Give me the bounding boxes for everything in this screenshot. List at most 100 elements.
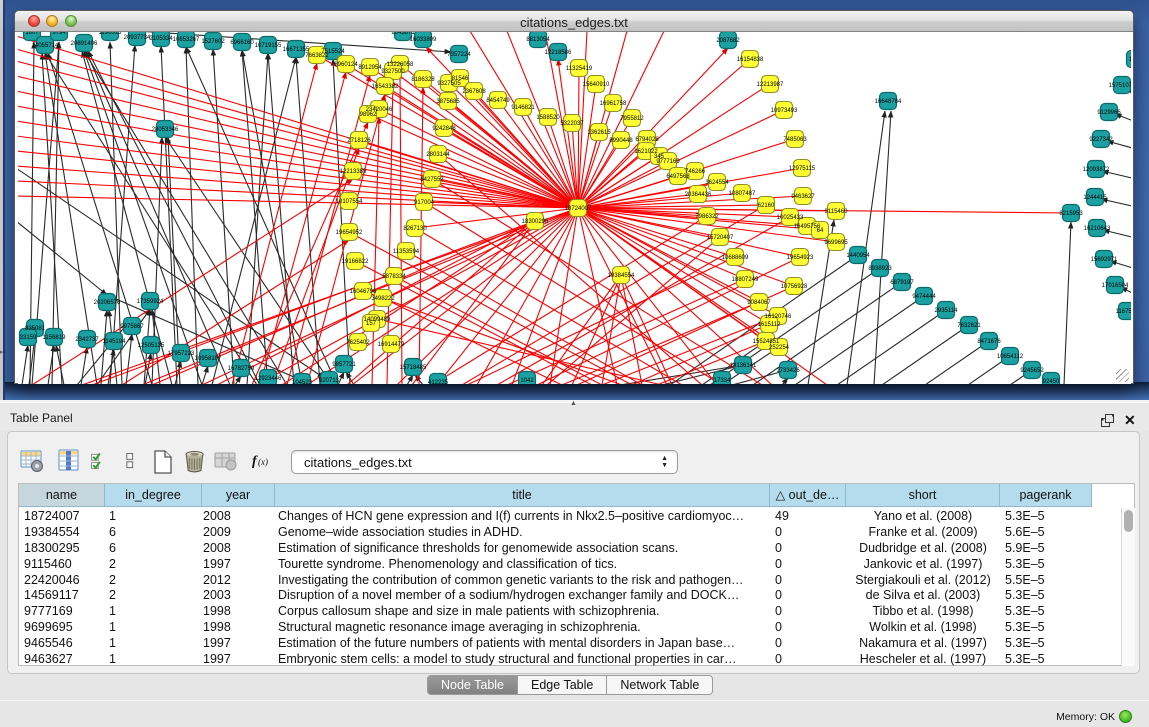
svg-text:104523: 104523 — [292, 380, 313, 384]
svg-text:16543382: 16543382 — [372, 84, 399, 90]
svg-text:835081: 835081 — [25, 326, 46, 332]
svg-text:8471676: 8471676 — [977, 339, 1001, 345]
svg-text:10756928: 10756928 — [781, 284, 808, 290]
svg-text:98962: 98962 — [360, 112, 377, 118]
svg-text:81546: 81546 — [452, 76, 469, 82]
svg-text:10973493: 10973493 — [771, 108, 798, 114]
svg-text:8990448: 8990448 — [609, 138, 633, 144]
svg-text:2935114: 2935114 — [935, 308, 959, 314]
svg-text:2367608: 2367608 — [462, 89, 486, 95]
svg-text:9115460: 9115460 — [825, 209, 849, 215]
svg-text:10688609: 10688609 — [722, 255, 749, 261]
svg-text:10958107: 10958107 — [195, 356, 222, 362]
svg-text:6966160: 6966160 — [230, 40, 254, 46]
svg-text:9245652: 9245652 — [1020, 368, 1044, 374]
svg-text:1156819: 1156819 — [43, 335, 67, 341]
svg-text:12213389: 12213389 — [340, 169, 367, 175]
svg-text:1733426: 1733426 — [776, 368, 800, 374]
svg-text:10025433: 10025433 — [777, 215, 804, 221]
svg-text:12505135: 12505135 — [138, 343, 165, 349]
svg-text:7663822: 7663822 — [305, 53, 329, 59]
svg-text:9463627: 9463627 — [791, 194, 815, 200]
svg-text:10654112: 10654112 — [997, 354, 1024, 360]
svg-text:8960124: 8960124 — [334, 62, 358, 68]
svg-text:5322037: 5322037 — [560, 121, 584, 127]
svg-text:18807249: 18807249 — [732, 277, 759, 283]
svg-text:1042: 1042 — [520, 378, 534, 384]
svg-text:17359924: 17359924 — [137, 299, 164, 305]
svg-text:6794028: 6794028 — [635, 137, 659, 143]
svg-text:19654923: 19654923 — [787, 255, 814, 261]
svg-text:28053346: 28053346 — [152, 127, 179, 133]
svg-text:16033809: 16033809 — [410, 37, 437, 43]
svg-text:8813054: 8813054 — [526, 37, 550, 43]
svg-text:1527602: 1527602 — [201, 39, 225, 45]
svg-text:1167534: 1167534 — [1116, 309, 1131, 315]
svg-text:62160: 62160 — [758, 203, 775, 209]
svg-text:18300295: 18300295 — [522, 219, 549, 225]
svg-text:9857721: 9857721 — [332, 362, 356, 368]
svg-text:18724007: 18724007 — [565, 206, 592, 212]
svg-text:2803144: 2803144 — [426, 152, 450, 158]
svg-text:15720407: 15720407 — [707, 235, 734, 241]
svg-text:1440954: 1440954 — [846, 253, 870, 259]
svg-text:(x): (x) — [258, 457, 268, 467]
svg-text:16046796: 16046796 — [350, 289, 377, 295]
svg-text:8186328: 8186328 — [411, 77, 435, 83]
svg-text:19166822: 19166822 — [342, 259, 369, 265]
svg-text:9146821: 9146821 — [511, 105, 535, 111]
svg-text:2087682: 2087682 — [716, 38, 740, 44]
svg-text:16914479: 16914479 — [378, 342, 405, 348]
svg-text:917004: 917004 — [414, 200, 435, 206]
svg-text:12093872: 12093872 — [1083, 167, 1110, 173]
svg-text:412235: 412235 — [428, 380, 449, 384]
svg-text:17016504: 17016504 — [1102, 283, 1129, 289]
svg-text:10107554: 10107554 — [336, 199, 363, 205]
svg-text:16782759: 16782759 — [228, 366, 255, 372]
svg-text:20691406: 20691406 — [71, 41, 98, 47]
svg-text:12218586: 12218586 — [545, 50, 572, 56]
svg-text:3498222: 3498222 — [371, 296, 395, 302]
svg-text:3624554: 3624554 — [705, 180, 729, 186]
svg-text:15751074: 15751074 — [1109, 83, 1131, 89]
svg-text:7357224: 7357224 — [447, 52, 471, 58]
svg-text:33159: 33159 — [20, 335, 37, 341]
svg-text:8912954: 8912954 — [358, 65, 382, 71]
svg-text:920713: 920713 — [319, 378, 340, 384]
svg-text:16210643: 16210643 — [1084, 226, 1111, 232]
svg-text:2342737: 2342737 — [75, 337, 99, 343]
svg-text:16961758: 16961758 — [600, 101, 627, 107]
svg-text:9227342: 9227342 — [1089, 137, 1113, 143]
svg-text:1244415: 1244415 — [1083, 195, 1107, 201]
svg-text:157: 157 — [366, 321, 377, 327]
svg-text:2105334: 2105334 — [149, 36, 173, 42]
svg-text:9474444: 9474444 — [912, 294, 936, 300]
svg-text:6497568: 6497568 — [666, 174, 690, 180]
svg-text:14136141: 14136141 — [730, 363, 757, 369]
svg-text:9327500: 9327500 — [381, 69, 405, 75]
svg-text:17334: 17334 — [714, 378, 731, 384]
svg-text:8427552: 8427552 — [420, 177, 444, 183]
svg-text:5878334: 5878334 — [382, 274, 406, 280]
svg-text:2043871: 2043871 — [391, 32, 415, 36]
svg-text:6879197: 6879197 — [890, 280, 914, 286]
svg-text:16648784: 16648784 — [875, 99, 902, 105]
svg-text:20206576: 20206576 — [94, 300, 121, 306]
svg-text:15692971: 15692971 — [1091, 257, 1118, 263]
svg-text:9129966: 9129966 — [1097, 110, 1121, 116]
svg-text:17957223: 17957223 — [168, 351, 195, 357]
svg-text:8938923: 8938923 — [868, 266, 892, 272]
svg-text:8267130: 8267130 — [403, 226, 427, 232]
svg-text:9084067: 9084067 — [747, 300, 771, 306]
svg-text:14055714: 14055714 — [32, 43, 59, 49]
svg-text:3875685: 3875685 — [436, 99, 460, 105]
svg-text:10807487: 10807487 — [729, 191, 756, 197]
svg-text:9777169: 9777169 — [656, 159, 680, 165]
svg-text:7955812: 7955812 — [620, 116, 644, 122]
svg-text:1145194: 1145194 — [103, 339, 127, 345]
svg-text:252254: 252254 — [769, 345, 790, 351]
svg-text:20364436: 20364436 — [685, 192, 712, 198]
svg-text:2718126: 2718126 — [347, 138, 371, 144]
svg-text:10719155: 10719155 — [255, 43, 282, 49]
svg-text:9794: 9794 — [52, 32, 66, 36]
